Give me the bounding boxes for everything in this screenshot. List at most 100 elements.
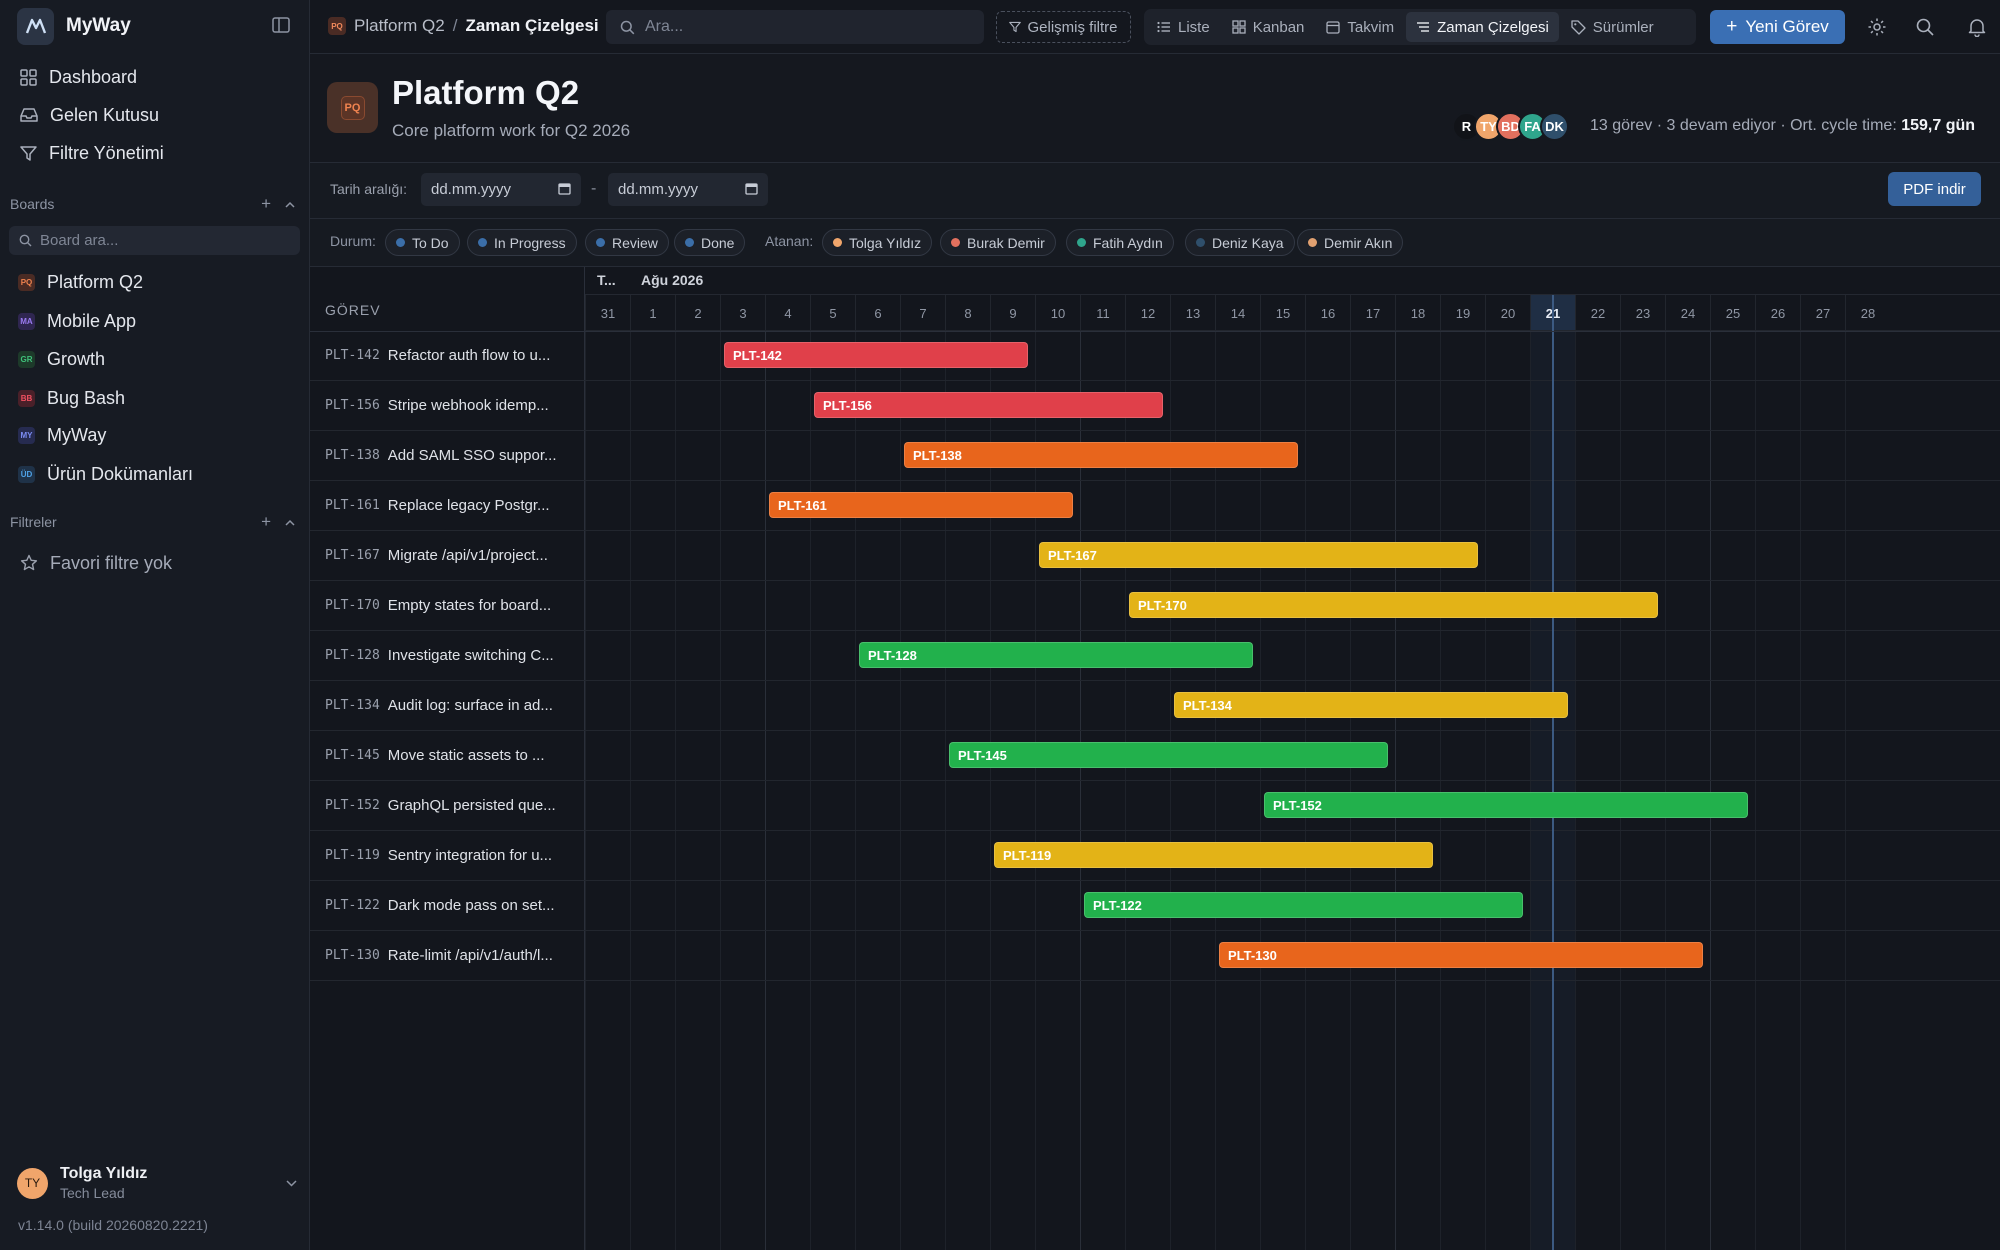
global-search-input[interactable] — [645, 18, 965, 36]
add-filter-icon[interactable]: + — [261, 512, 271, 532]
task-key: PLT-156 — [325, 398, 380, 413]
bell-icon[interactable] — [1967, 17, 1987, 37]
grid-column-line — [1035, 331, 1036, 1250]
day-header: 4 — [765, 295, 810, 331]
add-board-icon[interactable]: + — [261, 194, 271, 214]
global-search[interactable] — [606, 10, 984, 44]
breadcrumb-separator: / — [452, 16, 458, 35]
status-chip-todo[interactable]: To Do — [385, 229, 460, 256]
filter-icon — [20, 145, 37, 161]
task-row[interactable]: PLT-138 Add SAML SSO suppor... — [310, 431, 585, 481]
calendar-icon — [1326, 21, 1341, 34]
board-item-bug-bash[interactable]: BB Bug Bash — [10, 381, 300, 415]
board-item-myway[interactable]: MY MyWay — [10, 418, 300, 452]
date-to-input[interactable]: dd.mm.yyyy — [608, 173, 768, 206]
tab-releases[interactable]: Sürümler — [1561, 12, 1664, 42]
task-bar[interactable]: PLT-167 — [1039, 542, 1478, 568]
search-icon[interactable] — [1915, 17, 1935, 37]
task-row[interactable]: PLT-142 Refactor auth flow to u... — [310, 331, 585, 381]
day-header: 19 — [1440, 295, 1485, 331]
board-label: Ürün Dokümanları — [47, 463, 194, 484]
day-header: 17 — [1350, 295, 1395, 331]
board-item-product-docs[interactable]: ÜD Ürün Dokümanları — [10, 457, 300, 491]
task-row[interactable]: PLT-170 Empty states for board... — [310, 581, 585, 631]
task-row[interactable]: PLT-130 Rate-limit /api/v1/auth/l... — [310, 931, 585, 981]
task-bar[interactable]: PLT-142 — [724, 342, 1028, 368]
task-bar[interactable]: PLT-170 — [1129, 592, 1658, 618]
assignee-chip-burak[interactable]: Burak Demir — [940, 229, 1056, 256]
assignee-chip-deniz[interactable]: Deniz Kaya — [1185, 229, 1295, 256]
status-chip-in-progress[interactable]: In Progress — [467, 229, 577, 256]
grid-column-line — [1395, 331, 1396, 1250]
task-row[interactable]: PLT-134 Audit log: surface in ad... — [310, 681, 585, 731]
grid-row-line — [585, 730, 2000, 731]
day-header: 3 — [720, 295, 765, 331]
board-item-growth[interactable]: GR Growth — [10, 342, 300, 376]
day-header: 1 — [630, 295, 675, 331]
assignee-dot — [1196, 238, 1205, 247]
task-bar[interactable]: PLT-138 — [904, 442, 1298, 468]
breadcrumb-project[interactable]: Platform Q2 — [354, 16, 445, 36]
task-bar[interactable]: PLT-122 — [1084, 892, 1523, 918]
avatar[interactable]: DK — [1540, 112, 1569, 141]
status-chip-review[interactable]: Review — [585, 229, 669, 256]
task-title: Replace legacy Postgr... — [387, 497, 550, 514]
tab-label: Kanban — [1252, 18, 1305, 36]
new-task-button[interactable]: + Yeni Görev — [1710, 10, 1845, 44]
task-column: GÖREV PLT-142 Refactor auth flow to u... P… — [310, 267, 585, 1250]
task-bar[interactable]: PLT-119 — [994, 842, 1433, 868]
nav-inbox[interactable]: Gelen Kutusu — [10, 97, 300, 133]
assignee-chip-fatih[interactable]: Fatih Aydın — [1066, 229, 1174, 256]
task-row[interactable]: PLT-119 Sentry integration for u... — [310, 831, 585, 881]
task-row[interactable]: PLT-167 Migrate /api/v1/project... — [310, 531, 585, 581]
board-search[interactable] — [9, 226, 300, 255]
task-row[interactable]: PLT-145 Move static assets to ... — [310, 731, 585, 781]
pdf-download-button[interactable]: PDF indir — [1888, 172, 1981, 206]
brand[interactable]: MyWay — [17, 7, 131, 45]
day-header: 23 — [1620, 295, 1665, 331]
board-chip: MY — [18, 426, 35, 444]
sidebar-toggle-icon[interactable] — [272, 17, 292, 35]
gear-icon[interactable] — [1867, 17, 1887, 37]
task-row[interactable]: PLT-152 GraphQL persisted que... — [310, 781, 585, 831]
assignee-chip-tolga[interactable]: Tolga Yıldız — [822, 229, 933, 256]
nav-filter-management[interactable]: Filtre Yönetimi — [10, 135, 300, 171]
task-bar[interactable]: PLT-145 — [949, 742, 1388, 768]
cycle-time-value: 159,7 gün — [1901, 117, 1976, 134]
task-row[interactable]: PLT-156 Stripe webhook idemp... — [310, 381, 585, 431]
tab-calendar[interactable]: Takvim — [1316, 12, 1404, 42]
tab-kanban[interactable]: Kanban — [1222, 12, 1315, 42]
assignee-chip-demir[interactable]: Demir Akın — [1297, 229, 1404, 256]
status-chip-done[interactable]: Done — [674, 229, 746, 256]
task-bar[interactable]: PLT-161 — [769, 492, 1073, 518]
user-menu[interactable]: TY Tolga Yıldız Tech Lead — [17, 1162, 297, 1204]
month-row: T... Ağu 2026 — [585, 267, 2000, 295]
board-item-platform-q2[interactable]: PQ Platform Q2 — [10, 265, 300, 299]
member-avatars[interactable]: R TY BD FA DK — [1452, 112, 1569, 141]
board-item-mobile-app[interactable]: MA Mobile App — [10, 304, 300, 338]
kanban-icon — [1232, 20, 1246, 34]
task-bar[interactable]: PLT-130 — [1219, 942, 1703, 968]
nav-dashboard[interactable]: Dashboard — [10, 59, 300, 95]
task-bar[interactable]: PLT-128 — [859, 642, 1253, 668]
chevron-up-icon[interactable] — [285, 519, 295, 526]
board-search-input[interactable] — [40, 232, 280, 249]
chevron-up-icon[interactable] — [285, 201, 295, 208]
task-row[interactable]: PLT-161 Replace legacy Postgr... — [310, 481, 585, 531]
task-bar[interactable]: PLT-156 — [814, 392, 1163, 418]
date-from-input[interactable]: dd.mm.yyyy — [421, 173, 581, 206]
avatar: TY — [17, 1167, 48, 1199]
board-chip: BB — [18, 389, 35, 407]
task-row[interactable]: PLT-122 Dark mode pass on set... — [310, 881, 585, 931]
tab-timeline[interactable]: Zaman Çizelgesi — [1406, 12, 1559, 42]
tab-label: Takvim — [1347, 18, 1395, 36]
task-title: Refactor auth flow to u... — [387, 347, 551, 364]
day-header: 26 — [1755, 295, 1800, 331]
tab-list[interactable]: Liste — [1147, 12, 1220, 42]
advanced-filter-button[interactable]: Gelişmiş filtre — [996, 11, 1131, 43]
task-bar[interactable]: PLT-134 — [1174, 692, 1568, 718]
project-icon: PQ — [327, 82, 378, 133]
chevron-down-icon[interactable] — [286, 1179, 297, 1187]
task-row[interactable]: PLT-128 Investigate switching C... — [310, 631, 585, 681]
task-bar[interactable]: PLT-152 — [1264, 792, 1748, 818]
